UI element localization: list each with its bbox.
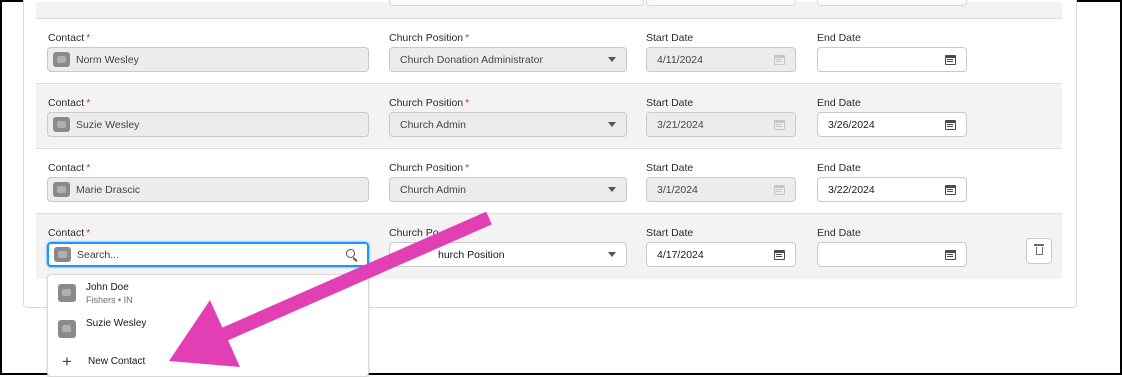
contact-field[interactable]: Norm Wesley xyxy=(47,47,369,72)
start-date-value: 4/11/2024 xyxy=(657,53,703,66)
ghost-field xyxy=(389,0,644,6)
calendar-icon[interactable] xyxy=(945,119,956,130)
church-position-select[interactable]: Church Admin xyxy=(389,177,627,202)
start-date-field[interactable]: 4/17/2024 xyxy=(646,242,796,267)
end-date-value: 3/26/2024 xyxy=(828,118,875,131)
contact-value: Marie Drascic xyxy=(76,183,141,196)
new-contact-option[interactable]: + New Contact xyxy=(62,353,145,370)
option-name: John Doe xyxy=(86,282,129,293)
contact-value: Norm Wesley xyxy=(76,53,139,66)
calendar-icon[interactable] xyxy=(774,249,785,260)
end-date-label: End Date xyxy=(817,32,861,44)
chevron-down-icon xyxy=(608,122,616,127)
end-date-field[interactable] xyxy=(817,242,967,267)
end-date-field[interactable]: 3/22/2024 xyxy=(817,177,967,202)
church-position-value: Church Admin xyxy=(400,118,466,131)
contact-search-input[interactable]: Search... xyxy=(47,242,369,267)
contact-label: Contact * xyxy=(48,32,91,44)
start-date-value: 4/17/2024 xyxy=(657,248,704,261)
contact-avatar-icon xyxy=(58,284,76,302)
start-date-field[interactable]: 3/1/2024 xyxy=(646,177,796,202)
new-contact-label: New Contact xyxy=(88,356,146,367)
end-date-label: End Date xyxy=(817,162,861,174)
position-label: Church Position * xyxy=(389,32,470,44)
search-placeholder: Search... xyxy=(77,248,120,261)
end-date-label: End Date xyxy=(817,227,861,239)
trash-icon xyxy=(1033,244,1044,255)
calendar-icon[interactable] xyxy=(945,184,956,195)
chevron-down-icon xyxy=(608,57,616,62)
start-date-label: Start Date xyxy=(646,227,694,239)
church-position-value: Church Donation Administrator xyxy=(400,53,543,66)
chevron-down-icon xyxy=(608,252,616,257)
search-icon[interactable] xyxy=(346,248,358,261)
start-date-label: Start Date xyxy=(646,97,694,109)
calendar-icon[interactable] xyxy=(945,249,956,260)
contact-field[interactable]: Suzie Wesley xyxy=(47,112,369,137)
contact-lookup-dropdown: John Doe Fishers • IN Suzie Wesley + New… xyxy=(47,274,369,377)
new-position-row: Contact * Search... Church Po hurch Posit… xyxy=(36,214,1062,279)
end-date-value: 3/22/2024 xyxy=(828,183,875,196)
chevron-down-icon xyxy=(608,187,616,192)
ghost-field xyxy=(817,0,967,6)
contact-value: Suzie Wesley xyxy=(76,118,140,131)
position-label: Church Po xyxy=(389,227,439,239)
contact-avatar-icon xyxy=(58,320,76,338)
screenshot-frame: Contact * Norm Wesley Church Position * Ch… xyxy=(0,0,1122,377)
church-position-placeholder: hurch Position xyxy=(438,248,505,261)
church-position-select[interactable]: Church Admin xyxy=(389,112,627,137)
church-position-value: Church Admin xyxy=(400,183,466,196)
lookup-option[interactable]: John Doe Fishers • IN xyxy=(58,282,133,305)
contact-label: Contact * xyxy=(48,162,91,174)
option-name: Suzie Wesley xyxy=(86,318,147,329)
end-date-field[interactable]: 3/26/2024 xyxy=(817,112,967,137)
position-row: Contact * Marie Drascic Church Position * … xyxy=(36,149,1062,214)
contact-label: Contact * xyxy=(48,227,91,239)
previous-row-edge xyxy=(36,0,1062,19)
contact-avatar-icon xyxy=(54,247,71,262)
start-date-value: 3/1/2024 xyxy=(657,183,698,196)
option-location: Fishers • IN xyxy=(86,295,133,305)
contact-avatar-icon xyxy=(53,52,70,67)
plus-icon: + xyxy=(62,352,72,371)
lookup-option[interactable]: Suzie Wesley xyxy=(58,318,146,338)
contact-avatar-icon xyxy=(53,117,70,132)
ghost-field xyxy=(646,0,796,6)
church-position-select[interactable]: Church Donation Administrator xyxy=(389,47,627,72)
calendar-icon xyxy=(774,119,785,130)
calendar-icon xyxy=(774,184,785,195)
contact-field[interactable]: Marie Drascic xyxy=(47,177,369,202)
position-row: Contact * Norm Wesley Church Position * Ch… xyxy=(36,19,1062,84)
start-date-field[interactable]: 4/11/2024 xyxy=(646,47,796,72)
church-position-select[interactable]: hurch Position xyxy=(389,242,627,267)
contact-avatar-icon xyxy=(53,182,70,197)
end-date-field[interactable] xyxy=(817,47,967,72)
position-row: Contact * Suzie Wesley Church Position * C… xyxy=(36,84,1062,149)
calendar-icon[interactable] xyxy=(945,54,956,65)
calendar-icon xyxy=(774,54,785,65)
contact-label: Contact * xyxy=(48,97,91,109)
start-date-field[interactable]: 3/21/2024 xyxy=(646,112,796,137)
start-date-label: Start Date xyxy=(646,162,694,174)
delete-row-button[interactable] xyxy=(1026,238,1052,264)
start-date-label: Start Date xyxy=(646,32,694,44)
start-date-value: 3/21/2024 xyxy=(657,118,704,131)
end-date-label: End Date xyxy=(817,97,861,109)
position-label: Church Position * xyxy=(389,162,470,174)
position-label: Church Position * xyxy=(389,97,470,109)
